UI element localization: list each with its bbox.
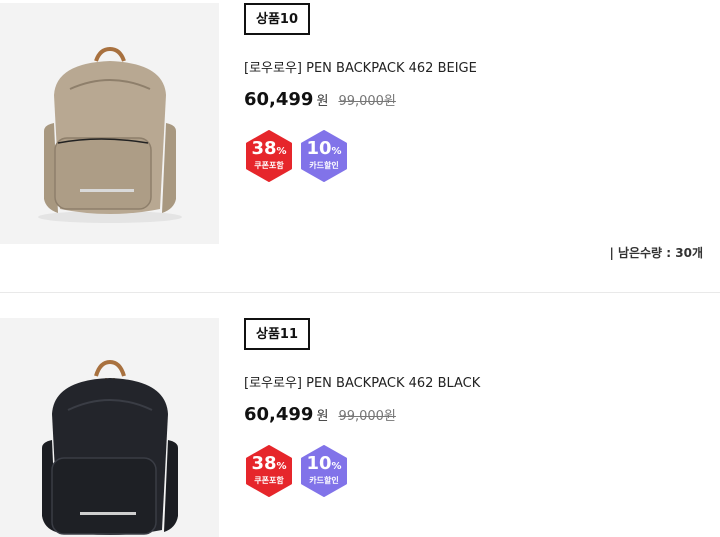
stock-label: 남은수량 : 30개	[617, 246, 703, 260]
price-row: 60,499 원 99,000원	[244, 89, 396, 110]
coupon-label: 쿠폰포함	[254, 161, 284, 170]
original-price: 99,000원	[338, 94, 396, 109]
product-card: 상품10 [로우로우] PEN BACKPACK 462 BEIGE 60,49…	[0, 0, 720, 292]
coupon-label: 쿠폰포함	[254, 476, 284, 485]
card-label: 카드할인	[309, 476, 339, 485]
product-thumbnail[interactable]	[0, 318, 219, 537]
sale-price: 60,499	[244, 89, 314, 110]
product-card: 상품11 [로우로우] PEN BACKPACK 462 BLACK 60,49…	[0, 294, 720, 537]
product-name-link[interactable]: [로우로우] PEN BACKPACK 462 BEIGE	[244, 57, 477, 76]
coupon-percent: 38	[251, 138, 277, 159]
product-name-link[interactable]: [로우로우] PEN BACKPACK 462 BLACK	[244, 372, 480, 391]
stock-remaining: | 남은수량 : 30개	[610, 244, 703, 261]
card-percent: 10	[306, 453, 332, 474]
original-price: 99,000원	[338, 409, 396, 424]
coupon-percent-unit: %	[276, 146, 287, 157]
separator-bar-icon: |	[609, 246, 614, 260]
coupon-percent-unit: %	[276, 461, 287, 472]
product-divider	[0, 292, 720, 293]
card-percent-unit: %	[331, 461, 342, 472]
card-percent-unit: %	[331, 146, 342, 157]
product-number-badge: 상품10	[244, 3, 311, 35]
coupon-discount-badge[interactable]: 38% 쿠폰포함	[243, 445, 295, 497]
card-discount-badge[interactable]: 10% 카드할인	[298, 445, 350, 497]
card-percent: 10	[306, 138, 332, 159]
currency-unit: 원	[316, 409, 329, 424]
coupon-discount-badge[interactable]: 38% 쿠폰포함	[243, 130, 295, 182]
black-backpack-image	[0, 318, 219, 537]
beige-backpack-image	[0, 3, 219, 244]
product-number-badge: 상품11	[244, 318, 311, 350]
card-label: 카드할인	[309, 161, 339, 170]
price-row: 60,499 원 99,000원	[244, 404, 396, 425]
currency-unit: 원	[316, 94, 329, 109]
product-thumbnail[interactable]	[0, 3, 219, 244]
card-discount-badge[interactable]: 10% 카드할인	[298, 130, 350, 182]
coupon-percent: 38	[251, 453, 277, 474]
sale-price: 60,499	[244, 404, 314, 425]
